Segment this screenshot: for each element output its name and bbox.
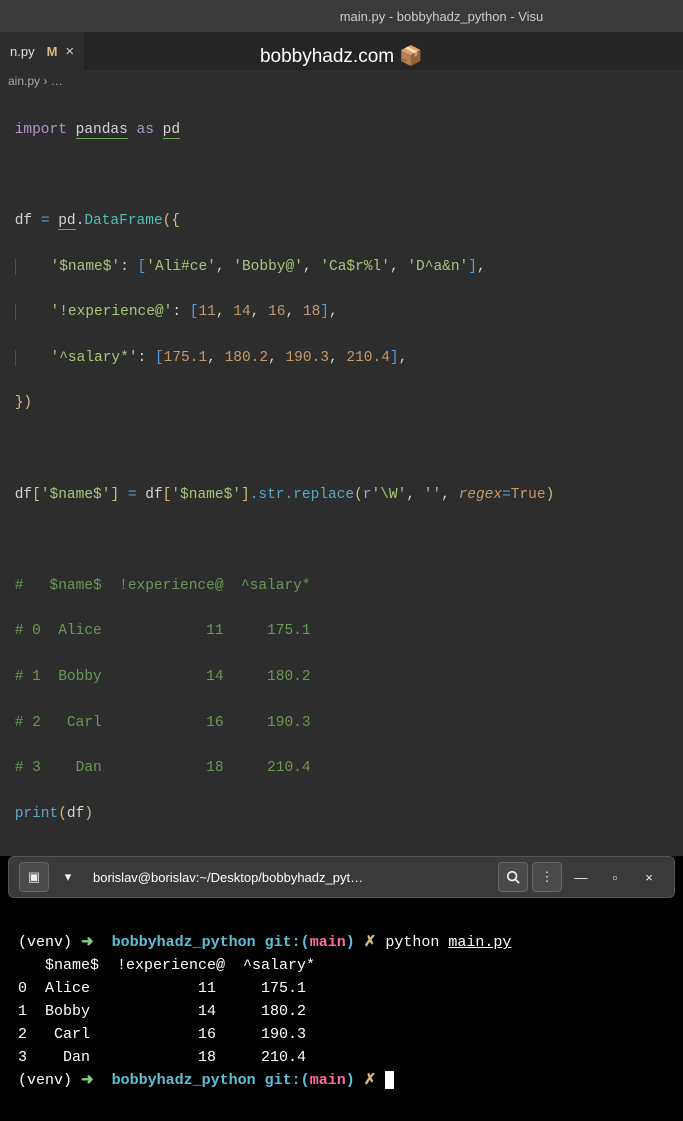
window-title-bar: main.py - bobbyhadz_python - Visu — [0, 0, 683, 32]
tab-filename: n.py — [10, 44, 35, 59]
window-title: main.py - bobbyhadz_python - Visu — [340, 9, 544, 24]
terminal-minimize-icon[interactable]: — — [566, 862, 596, 892]
breadcrumb[interactable]: ain.py › … — [0, 70, 683, 92]
terminal-header: ▣ ▾ borislav@borislav:~/Desktop/bobbyhad… — [8, 856, 675, 898]
editor-tab-main-py[interactable]: n.py M × — [0, 32, 84, 70]
terminal-menu-icon[interactable]: ⋮ — [532, 862, 562, 892]
terminal-cursor — [385, 1071, 394, 1089]
tab-modified-indicator: M — [47, 44, 58, 59]
editor-tab-bar: n.py M × — [0, 32, 683, 70]
terminal-close-icon[interactable]: × — [634, 862, 664, 892]
terminal-search-icon[interactable] — [498, 862, 528, 892]
terminal-new-tab-icon[interactable]: ▣ — [19, 862, 49, 892]
terminal-title: borislav@borislav:~/Desktop/bobbyhadz_py… — [93, 870, 494, 885]
terminal-body[interactable]: (venv) ➜ bobbyhadz_python git:(main) ✗ p… — [0, 902, 683, 1121]
terminal-panel: ▣ ▾ borislav@borislav:~/Desktop/bobbyhad… — [0, 856, 683, 1121]
code-editor[interactable]: import pandas as pd df = pd.DataFrame({ … — [0, 92, 683, 852]
tab-close-icon[interactable]: × — [65, 43, 74, 60]
terminal-dropdown-icon[interactable]: ▾ — [53, 862, 83, 892]
terminal-maximize-icon[interactable]: ▫ — [600, 862, 630, 892]
